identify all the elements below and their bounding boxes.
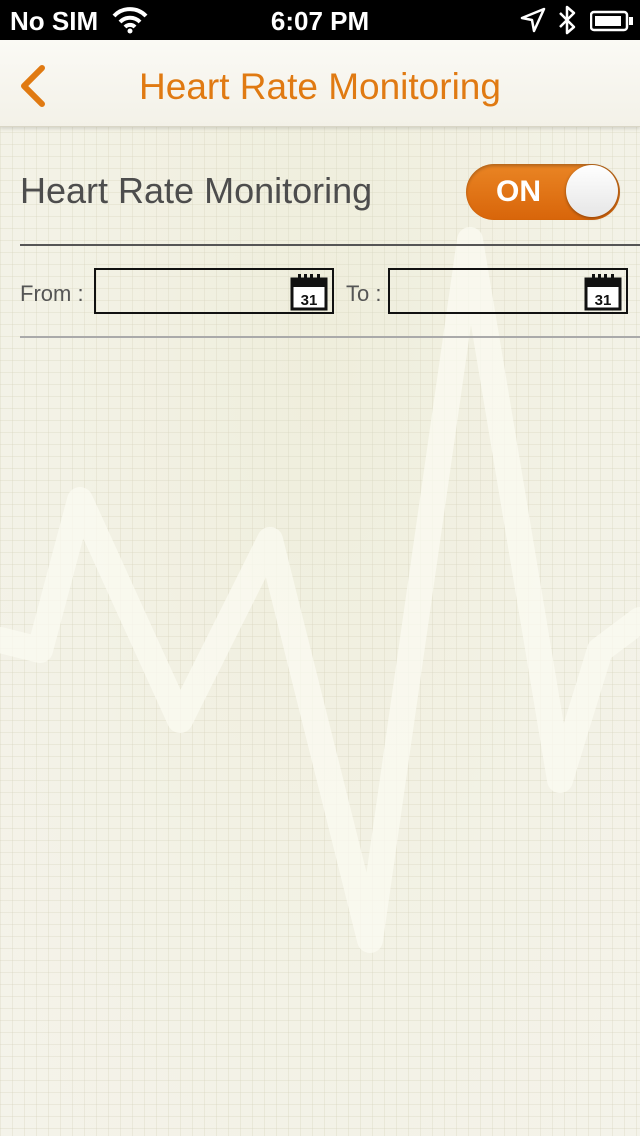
bluetooth-icon (556, 4, 578, 41)
location-arrow-icon (520, 7, 546, 38)
calendar-icon[interactable]: 31 (290, 273, 328, 311)
calendar-day-text: 31 (301, 292, 318, 309)
nav-bar: Heart Rate Monitoring (0, 40, 640, 127)
heart-rate-toggle[interactable]: ON (466, 164, 620, 220)
from-date-field[interactable]: 31 (94, 268, 334, 314)
to-label: To : (346, 281, 382, 306)
calendar-icon[interactable]: 31 (584, 273, 622, 311)
from-label: From : (20, 281, 84, 306)
battery-icon (589, 10, 634, 37)
divider (20, 244, 640, 246)
status-bar: No SIM 6:07 PM (0, 0, 640, 40)
heart-rate-setting-label: Heart Rate Monitoring (20, 170, 373, 211)
toggle-knob (566, 165, 618, 217)
divider (20, 336, 640, 338)
calendar-day-text: 31 (595, 292, 612, 309)
to-date-field[interactable]: 31 (388, 268, 628, 314)
page-title: Heart Rate Monitoring (139, 66, 501, 107)
toggle-state-label: ON (496, 175, 541, 208)
